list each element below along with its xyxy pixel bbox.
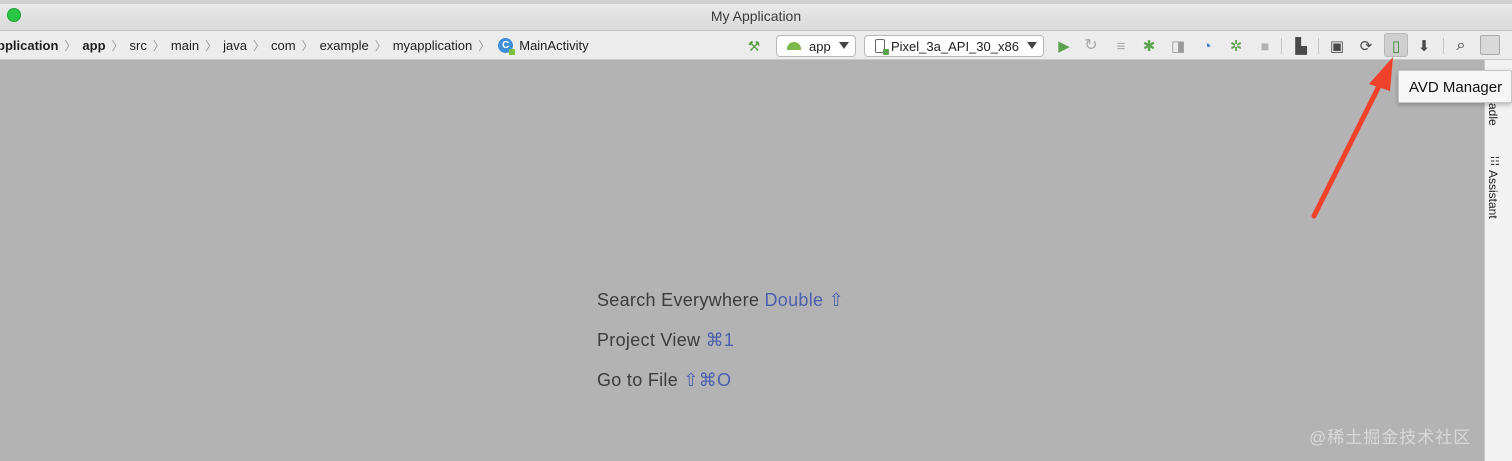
assistant-tool-tab[interactable]: Assistant xyxy=(1486,170,1500,219)
hammer-icon[interactable]: ⚒ xyxy=(744,36,764,56)
debug-icon[interactable]: ✱ xyxy=(1139,36,1159,56)
device-select[interactable]: Pixel_3a_API_30_x86 xyxy=(864,35,1044,57)
chevron-right-icon: 〉 xyxy=(478,39,491,53)
assistant-icon: ☷ xyxy=(1490,156,1500,168)
breadcrumb: pplication 〉 app 〉 src 〉 main 〉 java 〉 c… xyxy=(0,31,592,60)
avatar-icon[interactable] xyxy=(1480,35,1500,55)
run-configuration-select[interactable]: app xyxy=(776,35,856,57)
breadcrumb-myapplication[interactable]: myapplication xyxy=(390,38,476,53)
hint-action: Search Everywhere xyxy=(597,290,760,310)
kotlin-class-icon: C xyxy=(498,38,516,55)
hint-shortcut: Double ⇧ xyxy=(764,290,845,310)
run-icon[interactable]: ▶ xyxy=(1054,36,1074,56)
project-structure-icon[interactable]: ▙ xyxy=(1291,36,1311,56)
sync-icon[interactable]: ⟳ xyxy=(1356,36,1376,56)
hint-go-to-file: Go to File ⇧⌘O xyxy=(597,370,844,410)
device-icon xyxy=(875,39,889,55)
chevron-right-icon: 〉 xyxy=(374,39,387,53)
breadcrumb-src[interactable]: src xyxy=(127,38,150,53)
run-configuration-value: app xyxy=(809,38,831,54)
terminal-icon[interactable]: ▣ xyxy=(1327,36,1347,56)
hint-shortcut: ⇧⌘O xyxy=(683,370,732,390)
apply-code-changes-icon[interactable]: ≡ xyxy=(1111,36,1131,56)
breadcrumb-main[interactable]: main xyxy=(168,38,202,53)
chevron-right-icon: 〉 xyxy=(252,39,265,53)
toolbar-separator xyxy=(1318,38,1319,54)
profile-icon[interactable]: ◔ xyxy=(1197,36,1217,56)
toolbar-separator xyxy=(1281,38,1282,54)
hint-project-view: Project View ⌘1 xyxy=(597,330,844,370)
breadcrumb-app[interactable]: app xyxy=(79,38,108,53)
title-bar: My Application xyxy=(0,0,1512,31)
chevron-right-icon: 〉 xyxy=(205,39,218,53)
watermark: @稀土掘金技术社区 xyxy=(1309,428,1472,447)
device-select-value: Pixel_3a_API_30_x86 xyxy=(891,38,1019,54)
chevron-right-icon: 〉 xyxy=(64,39,77,53)
navigation-toolbar: pplication 〉 app 〉 src 〉 main 〉 java 〉 c… xyxy=(0,31,1512,60)
apply-changes-icon[interactable]: ↻ xyxy=(1081,36,1101,56)
chevron-right-icon: 〉 xyxy=(152,39,165,53)
breadcrumb-java[interactable]: java xyxy=(220,38,250,53)
android-icon xyxy=(787,42,801,50)
chevron-down-icon xyxy=(839,42,849,49)
toolbar-separator xyxy=(1443,38,1444,54)
hint-action: Go to File xyxy=(597,370,679,390)
hint-action: Project View xyxy=(597,330,701,350)
stop-icon[interactable]: ■ xyxy=(1255,36,1275,56)
gradle-tool-tab[interactable]: adle xyxy=(1486,103,1500,126)
debug-bug-icon[interactable]: ✲ xyxy=(1226,36,1246,56)
breadcrumb-com[interactable]: com xyxy=(268,38,299,53)
breadcrumb-mainactivity[interactable]: MainActivity xyxy=(516,38,591,53)
window-title: My Application xyxy=(710,8,802,24)
chevron-right-icon: 〉 xyxy=(111,39,124,53)
breadcrumb-project[interactable]: pplication xyxy=(0,38,61,53)
search-icon[interactable]: ⌕ xyxy=(1451,36,1471,56)
sdk-manager-icon[interactable]: ⬇ xyxy=(1414,36,1434,56)
chevron-down-icon xyxy=(1027,42,1037,49)
hint-search-everywhere: Search Everywhere Double ⇧ xyxy=(597,290,844,330)
avd-manager-tooltip: AVD Manager xyxy=(1398,70,1512,103)
chevron-right-icon: 〉 xyxy=(301,39,314,53)
editor-hints: Search Everywhere Double ⇧ Project View … xyxy=(597,290,844,410)
attach-debugger-icon[interactable]: ◨ xyxy=(1168,36,1188,56)
title-bar-top-strip xyxy=(0,0,1512,4)
avd-manager-icon[interactable]: ▯ xyxy=(1386,36,1406,56)
breadcrumb-example[interactable]: example xyxy=(317,38,372,53)
hint-shortcut: ⌘1 xyxy=(705,330,735,350)
